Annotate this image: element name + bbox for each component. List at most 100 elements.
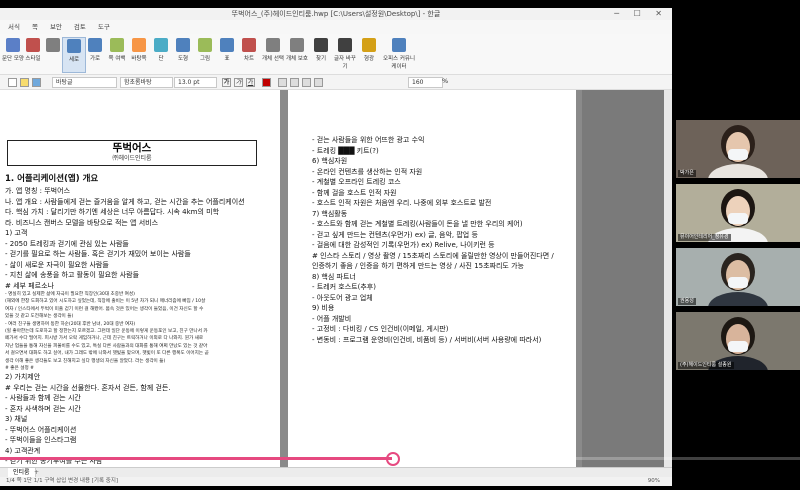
align-left-icon[interactable] <box>278 78 287 87</box>
ribbon-label: 오피스 커뮤니케이터 <box>382 56 416 70</box>
ribbon-button[interactable]: 도형 <box>172 37 194 71</box>
document-area[interactable]: 뚜벅어스 ㈜헤이드인티룸 1. 어플리케이션(앱) 개요가. 앱 명칭 : 뚜벅… <box>0 90 672 467</box>
face-mask <box>728 277 748 288</box>
save-icon[interactable] <box>32 78 41 87</box>
open-icon[interactable] <box>20 78 29 87</box>
style-value: 바탕글 <box>56 79 73 86</box>
bold-icon[interactable]: 가 <box>222 78 231 87</box>
ribbon-label: 글자 바꾸기 <box>334 56 356 70</box>
doc-line: 4) 고객관계 <box>5 446 41 455</box>
underline-icon[interactable]: 가 <box>246 78 255 87</box>
participant-tile[interactable]: (주)헤이드인티룸 설종원 <box>676 312 800 370</box>
doc-line: 가. 앱 명칭 : 뚜벅어스 <box>5 187 71 195</box>
menu-bar: 서식 쪽 보안 검토 도구 <box>0 20 672 34</box>
participant-tile[interactable]: 박가은 <box>676 120 800 178</box>
doc-line: 1. 어플리케이션(앱) 개요 <box>5 174 99 184</box>
ribbon-button[interactable]: 문단 모양 <box>2 37 24 71</box>
ribbon-label: 도형 <box>177 56 189 62</box>
participant-tile[interactable]: 권용성 <box>676 248 800 306</box>
progress-knob[interactable] <box>386 452 400 466</box>
replace-icon <box>338 38 352 52</box>
justify-icon[interactable] <box>314 78 323 87</box>
ribbon-button[interactable]: 형광 <box>358 37 380 71</box>
font-select[interactable]: 함초롬바탕 <box>120 77 173 88</box>
doc-line: - 계철별 오프라인 트레킹 코스 <box>312 178 401 186</box>
participant-body <box>708 164 768 178</box>
doc-line: 6) 핵심자원 <box>312 157 348 165</box>
doc-line: 나. 앱 개요 : 사람들에게 걷는 즐거움을 알게 하고, 걷는 시간을 추는… <box>5 197 245 206</box>
chart-icon <box>242 38 256 52</box>
ribbon-button[interactable]: 쪽 여백 <box>106 37 128 71</box>
window-controls[interactable]: ─ ☐ ✕ <box>614 8 668 20</box>
participant-tile[interactable]: 뮤이어인테리어_정유경 <box>676 184 800 242</box>
messenger-icon <box>392 38 406 52</box>
style-select[interactable]: 바탕글 <box>52 77 117 88</box>
menu-item[interactable]: 보안 <box>50 23 62 31</box>
protect-icon <box>290 38 304 52</box>
horizontal-icon <box>88 38 102 52</box>
highlight-icon <box>362 38 376 52</box>
doc-line: 여자 / 인스타에서 뚜벅이 미출 걷기 이런 걸 해봤어. 몸속 것은 있어는… <box>5 306 204 312</box>
page-1[interactable]: 뚜벅어스 ㈜헤이드인티룸 1. 어플리케이션(앱) 개요가. 앱 명칭 : 뚜벅… <box>0 90 280 467</box>
menu-item[interactable]: 쪽 <box>32 23 38 31</box>
ribbon-button[interactable]: 단 <box>150 37 172 71</box>
doc-line: - 걷기를 필요로 하는 사람들. 혹은 걷기가 재밌어 보이는 사람들 <box>5 250 191 258</box>
doc-line: - 명실히 있고 실제한 삶에 자극이 필요한 직장인(30대 초중반 여성) <box>5 292 135 297</box>
style-icon <box>26 38 40 52</box>
doc-line: - 고정비 : 다비킹 / CS 인건비(이메일, 게시판) <box>312 325 449 333</box>
ribbon-button[interactable]: 글자 바꾸기 <box>334 37 356 71</box>
doc-line: 다. 핵심 가치 : 달리기만 하기엔 세상은 너무 아름답다. 시속 4km의… <box>5 208 220 216</box>
ribbon-button[interactable]: 가로 <box>84 37 106 71</box>
canvas-background <box>582 90 664 467</box>
video-progress-bar[interactable] <box>0 452 800 466</box>
ribbon-button[interactable]: 그림 <box>194 37 216 71</box>
window-title: 뚜벅어스_(주)헤이드인티룸.hwp [C:\Users\설정원\Desktop… <box>231 10 441 18</box>
picture-icon <box>198 38 212 52</box>
video-progress-fill <box>0 452 400 466</box>
doc-line: - 혼자 사색하며 걷는 시간 <box>5 404 81 413</box>
doc-line: - 아웃도어 광고 업체 <box>312 293 373 302</box>
new-doc-icon[interactable] <box>8 78 17 87</box>
italic-icon[interactable]: 가 <box>234 78 243 87</box>
ribbon-button[interactable]: 오피스 커뮤니케이터 <box>382 37 416 71</box>
ribbon-button[interactable]: 찾기 <box>310 37 332 71</box>
ribbon-button[interactable]: 차트 <box>238 37 260 71</box>
doc-line: - 사람들과 함께 걷는 시간 <box>5 394 81 403</box>
ribbon-button[interactable] <box>42 37 64 71</box>
ribbon-button[interactable]: 표 <box>216 37 238 71</box>
ribbon-label: 찾기 <box>315 56 327 62</box>
ribbon-button[interactable]: 개체 선택 <box>262 37 284 71</box>
ribbon-button[interactable]: 스타일 <box>22 37 44 71</box>
doc-line: 라. 비즈니스 캔버스 모델을 바탕으로 적는 앱 서비스 <box>5 218 159 227</box>
zoom-select[interactable]: 160 <box>408 77 443 88</box>
zoom-value: 160 <box>412 79 424 86</box>
doc-line: - 여러 친구들 생명하며 동한 하순(20대 후반 남녀, 20대 중반 여자… <box>5 321 136 327</box>
doc-line: - 걷고 싶게 만드는 컨텐츠(우먼가) ex) 글, 음악, 팝업 등 <box>312 230 478 239</box>
vertical-scrollbar[interactable] <box>664 90 672 467</box>
doc-line: - 호스트와 함께 걷는 계철별 트레킹(사람들이 돈을 낼 만한 우리의 케어… <box>312 220 523 228</box>
doc-line: - 어플 개발비 <box>312 314 352 323</box>
align-center-icon[interactable] <box>290 78 299 87</box>
doc-title: 뚜벅어스 <box>112 142 152 154</box>
align-right-icon[interactable] <box>302 78 311 87</box>
doc-line: 2) 가치제안 <box>5 373 41 382</box>
menu-item[interactable]: 도구 <box>98 23 110 31</box>
menu-item[interactable]: 서식 <box>8 23 20 31</box>
doc-company: ㈜헤이드인티룸 <box>112 155 152 162</box>
table-icon <box>220 38 234 52</box>
ribbon-button[interactable]: 바탕쪽 <box>128 37 150 71</box>
ribbon-label: 단 <box>158 56 164 62</box>
ribbon-button[interactable]: 세로 <box>62 37 86 73</box>
ribbon-button[interactable]: 개체 보호 <box>286 37 308 71</box>
font-size-select[interactable]: 13.0 pt <box>174 77 217 88</box>
font-color-icon[interactable] <box>262 78 271 87</box>
participant-name: 박가은 <box>678 170 696 177</box>
page-2[interactable]: - 걷는 사람들을 위한 어뜨한 광고 수익 - 트레킹 ███ 키트(?) 6) … <box>288 90 576 467</box>
doc-line: 페가서 수다 떨어지. 피시방 가서 오락 게임하거나, 근데 친구는 트릭하거… <box>5 336 204 342</box>
ribbon-label: 개체 보호 <box>286 56 308 62</box>
font-value: 함초롬바탕 <box>124 79 152 86</box>
doc-line: (해외에 한창 도회하고 있어 시도하고 싶었는데, 직장에 출비는 이 5년 … <box>5 299 206 305</box>
font-size-value: 13.0 pt <box>178 79 200 86</box>
menu-item[interactable]: 검토 <box>74 23 86 31</box>
list-icon <box>46 38 60 52</box>
